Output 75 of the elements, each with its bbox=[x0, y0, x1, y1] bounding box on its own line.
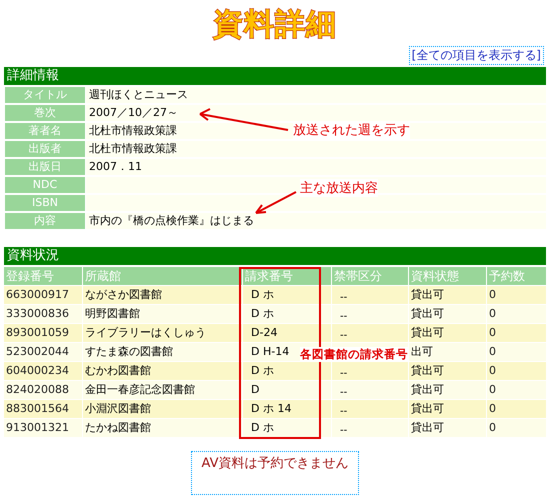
table-cell: -- bbox=[332, 381, 408, 399]
field-label: 巻次 bbox=[5, 105, 85, 121]
table-cell: 663000917 bbox=[4, 286, 82, 304]
column-header: 禁帯区分 bbox=[332, 267, 408, 285]
table-cell: 604000234 bbox=[4, 362, 82, 380]
arrow-icon bbox=[255, 191, 296, 214]
table-cell: D ホ bbox=[243, 305, 331, 323]
table-cell: 824020088 bbox=[4, 381, 82, 399]
notice-box: AV資料は予約できません bbox=[191, 451, 359, 495]
table-cell: 貸出可 bbox=[409, 381, 486, 399]
field-value: 2007／10／27～ bbox=[89, 106, 178, 119]
table-cell: 0 bbox=[487, 381, 546, 399]
table-cell: 913001321 bbox=[4, 419, 82, 437]
annotation-text: 各図書館の請求番号 bbox=[300, 347, 408, 362]
table-cell: ライブラリーはくしゅう bbox=[83, 324, 242, 342]
field-label: ISBN bbox=[5, 195, 85, 211]
table-cell: D ホ 14 bbox=[243, 400, 331, 418]
table-cell: -- bbox=[332, 400, 408, 418]
field-value: 北杜市情報政策課 bbox=[89, 124, 177, 137]
arrow-icon bbox=[199, 108, 288, 131]
column-header: 登録番号 bbox=[4, 267, 82, 285]
table-cell: 0 bbox=[487, 286, 546, 304]
field-value: 週刊ほくとニュース bbox=[89, 88, 188, 101]
table-cell: -- bbox=[332, 362, 408, 380]
table-cell: ながさか図書館 bbox=[83, 286, 242, 304]
table-cell: 883001564 bbox=[4, 400, 82, 418]
table-cell: 貸出可 bbox=[409, 362, 486, 380]
table-cell: たかね図書館 bbox=[83, 419, 242, 437]
field-label: 出版日 bbox=[5, 159, 85, 175]
field-label: タイトル bbox=[5, 87, 85, 103]
table-cell: 0 bbox=[487, 305, 546, 323]
table-cell: 523002044 bbox=[4, 343, 82, 361]
section-heading: 詳細情報 bbox=[4, 67, 546, 85]
table-cell: 金田一春彦記念図書館 bbox=[83, 381, 242, 399]
show-all-link[interactable]: [全ての項目を表示する] bbox=[408, 46, 544, 65]
section-heading: 資料状況 bbox=[4, 247, 546, 265]
table-cell: 貸出可 bbox=[409, 419, 486, 437]
field-value: 北杜市情報政策課 bbox=[89, 142, 177, 155]
table-cell: 333000836 bbox=[4, 305, 82, 323]
table-cell: 893001059 bbox=[4, 324, 82, 342]
table-cell: 貸出可 bbox=[409, 286, 486, 304]
table-cell: 0 bbox=[487, 400, 546, 418]
column-header: 予約数 bbox=[487, 267, 546, 285]
table-cell: 貸出可 bbox=[409, 305, 486, 323]
table-cell: -- bbox=[332, 419, 408, 437]
table-cell: D ホ bbox=[243, 362, 331, 380]
table-cell: 明野図書館 bbox=[83, 305, 242, 323]
page-title: 資料詳細 bbox=[213, 8, 337, 42]
table-cell: D ホ bbox=[243, 419, 331, 437]
table-cell: 0 bbox=[487, 419, 546, 437]
table-cell: 0 bbox=[487, 324, 546, 342]
field-label: 内容 bbox=[5, 213, 85, 229]
table-cell: D-24 bbox=[243, 324, 331, 342]
annotation-text: 放送された週を示す bbox=[293, 121, 410, 139]
field-value: 2007．11 bbox=[89, 160, 142, 173]
table-cell: 貸出可 bbox=[409, 400, 486, 418]
annotation-text: 主な放送内容 bbox=[300, 179, 378, 197]
table-cell: すたま森の図書館 bbox=[83, 343, 242, 361]
table-cell: -- bbox=[332, 324, 408, 342]
table-cell: D ホ bbox=[243, 286, 331, 304]
field-label: 出版者 bbox=[5, 141, 85, 157]
table-cell: 貸出可 bbox=[409, 324, 486, 342]
table-cell: 小淵沢図書館 bbox=[83, 400, 242, 418]
field-value: 市内の『橋の点検作業』はじまる bbox=[89, 214, 254, 227]
table-cell: -- bbox=[332, 305, 408, 323]
table-cell: -- bbox=[332, 286, 408, 304]
field-label: NDC bbox=[5, 177, 85, 193]
field-label: 著者名 bbox=[5, 123, 85, 139]
table-cell: D bbox=[243, 381, 331, 399]
table-cell: 出可 bbox=[409, 343, 486, 361]
table-cell: 0 bbox=[487, 362, 546, 380]
table-cell: 0 bbox=[487, 343, 546, 361]
column-header: 所蔵館 bbox=[83, 267, 242, 285]
table-cell: むかわ図書館 bbox=[83, 362, 242, 380]
column-header: 資料状態 bbox=[409, 267, 486, 285]
